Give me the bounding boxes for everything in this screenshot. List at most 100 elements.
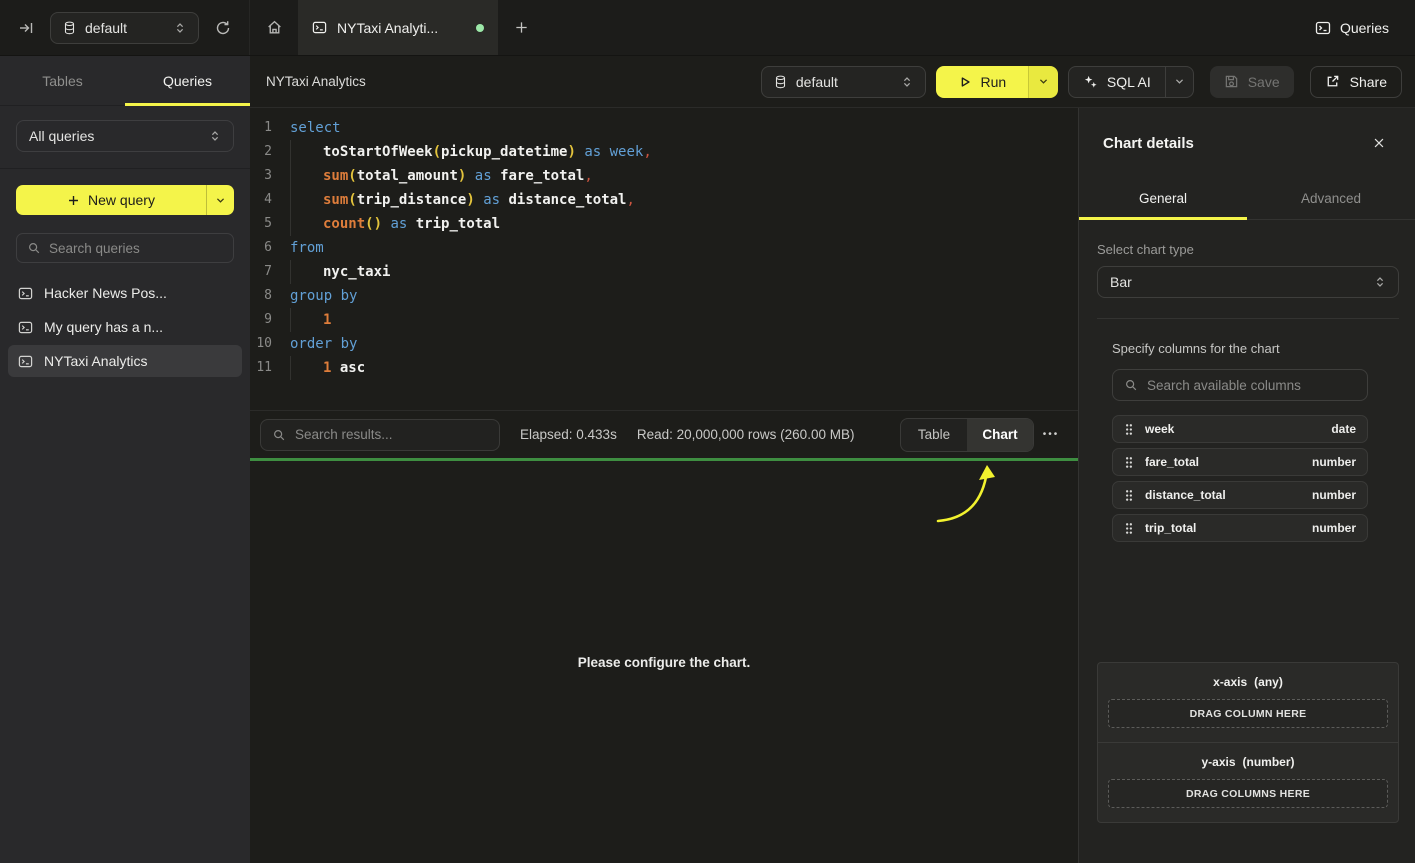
code-line[interactable]: 10order by (250, 332, 1078, 356)
tab-tables[interactable]: Tables (0, 56, 125, 105)
new-tab-button[interactable] (498, 0, 544, 55)
tab-nytaxi-analytics[interactable]: NYTaxi Analyti... (298, 0, 498, 55)
query-filter-value: All queries (29, 128, 94, 144)
more-options-button[interactable]: ••• (1034, 419, 1068, 451)
run-options-button[interactable] (1028, 66, 1058, 98)
chart-empty-message: Please configure the chart. (578, 655, 751, 670)
sql-editor[interactable]: 1select2toStartOfWeek(pickup_datetime) a… (250, 108, 1078, 410)
code-line[interactable]: 111 asc (250, 356, 1078, 380)
topbar-database-value: default (85, 20, 127, 36)
panel-title: Chart details (1103, 135, 1194, 152)
sidebar-tabs: Tables Queries (0, 56, 250, 106)
queries-button-label: Queries (1340, 20, 1389, 36)
drag-handle-icon[interactable] (1124, 489, 1134, 502)
columns-section-label: Specify columns for the chart (1112, 341, 1399, 356)
y-axis-type-hint: (number) (1243, 755, 1295, 769)
results-search-input[interactable] (295, 427, 488, 442)
run-button[interactable]: Run (936, 66, 1028, 98)
code-line[interactable]: 3sum(total_amount) as fare_total, (250, 164, 1078, 188)
drag-handle-icon[interactable] (1124, 456, 1134, 469)
new-query-button[interactable]: New query (16, 185, 206, 215)
code-text: nyc_taxi (290, 260, 390, 284)
column-name: trip_total (1145, 521, 1196, 535)
y-axis-title: y-axis (number) (1108, 755, 1388, 769)
line-number: 9 (250, 308, 272, 332)
share-button[interactable]: Share (1310, 66, 1402, 98)
toolbar-database-selector[interactable]: default (761, 66, 926, 98)
column-row[interactable]: fare_totalnumber (1112, 448, 1368, 476)
chevron-updown-icon (901, 76, 913, 88)
sidebar-query-item[interactable]: Hacker News Pos... (8, 277, 242, 309)
query-search-box (16, 233, 234, 263)
view-toggle-chart[interactable]: Chart (967, 419, 1033, 451)
topbar-database-selector[interactable]: default (50, 12, 199, 44)
column-row[interactable]: trip_totalnumber (1112, 514, 1368, 542)
query-search-input[interactable] (49, 241, 226, 256)
view-toggle-table[interactable]: Table (901, 419, 967, 451)
toolbar-actions: default Run SQL AI (761, 66, 1402, 98)
code-line[interactable]: 5count() as trip_total (250, 212, 1078, 236)
toolbar-database-value: default (796, 74, 838, 90)
top-bar: default NYTaxi Analyti... Queries (0, 0, 1415, 56)
refresh-button[interactable] (211, 16, 235, 40)
topbar-left-section: default (0, 0, 250, 55)
save-button[interactable]: Save (1210, 66, 1294, 98)
line-number: 8 (250, 284, 272, 308)
indent-guide (290, 164, 323, 188)
rows-read-stat: Read: 20,000,000 rows (260.00 MB) (637, 427, 855, 442)
sidebar-query-item[interactable]: NYTaxi Analytics (8, 345, 242, 377)
chevron-updown-icon (209, 130, 221, 142)
tab-general[interactable]: General (1079, 178, 1247, 219)
tab-advanced[interactable]: Advanced (1247, 178, 1415, 219)
home-button[interactable] (250, 0, 298, 55)
code-line[interactable]: 2toStartOfWeek(pickup_datetime) as week, (250, 140, 1078, 164)
y-axis-drop-zone[interactable]: DRAG COLUMNS HERE (1108, 779, 1388, 808)
line-number: 3 (250, 164, 272, 188)
share-icon (1325, 74, 1340, 89)
y-axis-label: y-axis (1201, 755, 1235, 769)
collapse-sidebar-button[interactable] (14, 16, 38, 40)
run-split-button: Run (936, 66, 1058, 98)
sql-ai-button[interactable]: SQL AI (1069, 67, 1165, 97)
queries-button[interactable]: Queries (1315, 20, 1389, 36)
code-line[interactable]: 7 nyc_taxi (250, 260, 1078, 284)
column-row[interactable]: weekdate (1112, 415, 1368, 443)
code-line[interactable]: 8group by (250, 284, 1078, 308)
new-query-label: New query (88, 192, 155, 208)
code-text: toStartOfWeek(pickup_datetime) as week, (290, 140, 652, 164)
drag-handle-icon[interactable] (1124, 423, 1134, 436)
terminal-icon (18, 286, 33, 301)
chart-area: Please configure the chart. (250, 461, 1078, 863)
chart-type-value: Bar (1110, 274, 1132, 290)
x-axis-drop-zone[interactable]: DRAG COLUMN HERE (1108, 699, 1388, 728)
code-line[interactable]: 4sum(trip_distance) as distance_total, (250, 188, 1078, 212)
sql-ai-label: SQL AI (1107, 74, 1151, 90)
chart-type-select[interactable]: Bar (1097, 266, 1399, 298)
tab-queries[interactable]: Queries (125, 56, 250, 105)
new-query-dropdown-button[interactable] (206, 185, 234, 215)
query-filter-select[interactable]: All queries (16, 120, 234, 152)
sql-ai-dropdown-button[interactable] (1165, 67, 1193, 97)
columns-search-input[interactable] (1147, 378, 1356, 393)
code-line[interactable]: 91 (250, 308, 1078, 332)
code-line[interactable]: 6from (250, 236, 1078, 260)
column-type: date (1331, 422, 1356, 436)
chevron-down-icon (1038, 76, 1049, 87)
view-toggle: Table Chart (900, 418, 1034, 452)
sidebar-query-item[interactable]: My query has a n... (8, 311, 242, 343)
line-number: 7 (250, 260, 272, 284)
query-toolbar: NYTaxi Analytics default Run (250, 56, 1415, 108)
chevron-updown-icon (174, 22, 186, 34)
chart-details-panel: Chart details General Advanced Select ch… (1078, 108, 1415, 863)
terminal-icon (1315, 20, 1331, 36)
chart-type-label: Select chart type (1097, 242, 1399, 257)
code-line[interactable]: 1select (250, 116, 1078, 140)
indent-guide (290, 260, 323, 284)
close-panel-button[interactable] (1368, 132, 1390, 154)
terminal-icon (18, 320, 33, 335)
y-axis-drop-label: DRAG COLUMNS HERE (1186, 788, 1310, 800)
topbar-right-section: Queries (1315, 0, 1415, 55)
column-row[interactable]: distance_totalnumber (1112, 481, 1368, 509)
drag-handle-icon[interactable] (1124, 522, 1134, 535)
query-item-label: NYTaxi Analytics (44, 353, 147, 369)
